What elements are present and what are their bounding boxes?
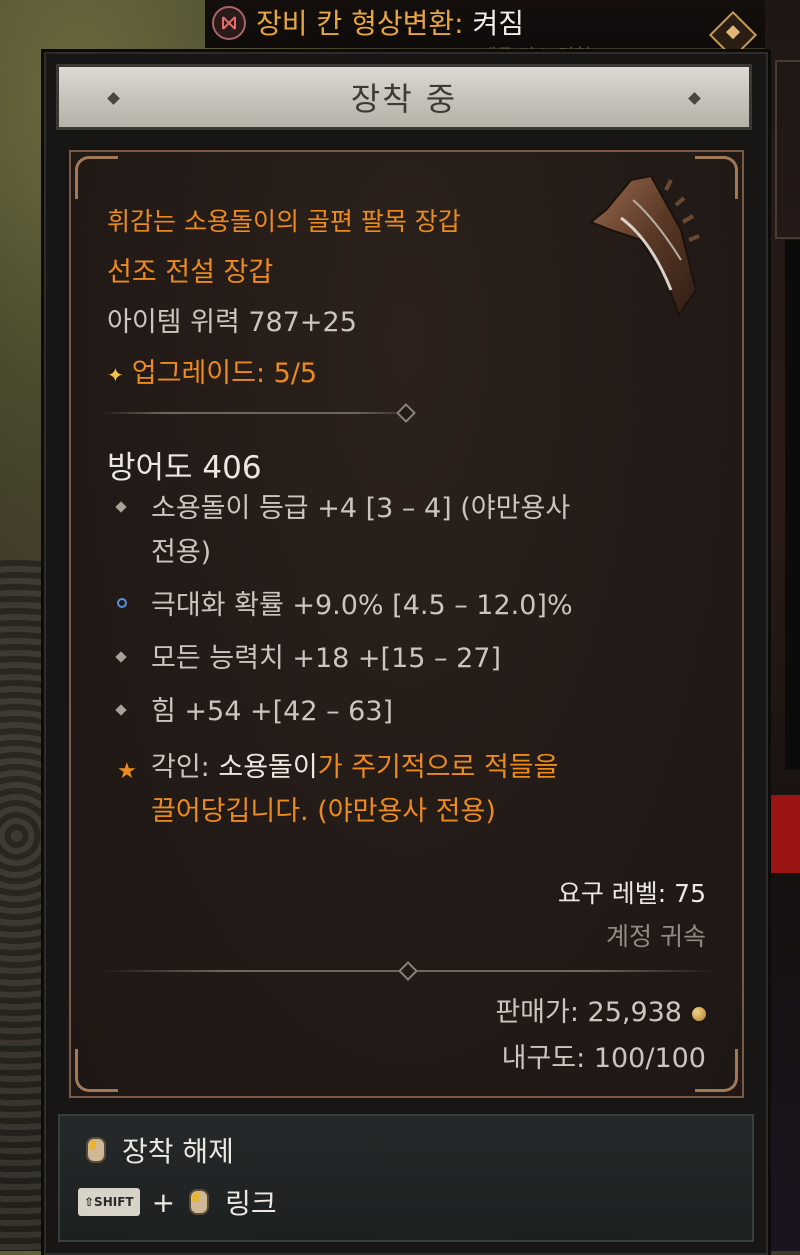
item-card: 휘감는 소용돌이의 골편 팔목 장갑 선조 전설 장갑 아이템 위력 787+2… (69, 150, 744, 1098)
link-action[interactable]: ⇧SHIFT + 링크 (78, 1182, 277, 1222)
shift-key-icon: ⇧SHIFT (78, 1188, 140, 1216)
affix-text: 힘 +54 +[42 – 63] (151, 696, 394, 727)
sell-value-text: 판매가: 25,938 (495, 997, 682, 1028)
gold-coin-icon (692, 1006, 706, 1021)
left-click-icon (86, 1137, 106, 1163)
required-level: 요구 레벨: 75 (557, 879, 706, 908)
item-type: 선조 전설 장갑 (107, 257, 274, 288)
affix-row: 모든 능력치 +18 +[15 – 27] (115, 637, 697, 681)
right-item-slot[interactable] (775, 60, 800, 239)
frame-corner (75, 1049, 118, 1092)
divider-gem-icon (398, 961, 418, 981)
tooltip-header: 장착 중 (56, 64, 752, 130)
affix-text: 소용돌이 등급 +4 [3 – 4] (야만용사 (151, 493, 571, 524)
unequip-action[interactable]: 장착 해제 (86, 1130, 234, 1170)
link-label: 링크 (225, 1187, 277, 1220)
bracer-item-icon (589, 174, 700, 318)
item-upgrade: ✦ 업그레이드: 5/5 (107, 351, 317, 390)
unequip-label: 장착 해제 (122, 1135, 234, 1168)
transmog-toggle-label[interactable]: 장비 칸 형상변환: 켜짐 (256, 2, 524, 42)
aspect-skill: 소용돌이 (218, 752, 318, 783)
tooltip-header-title: 장착 중 (350, 80, 458, 118)
divider-gem-icon (396, 403, 416, 423)
transmog-label: 장비 칸 형상변환: (256, 7, 473, 40)
sell-value: 판매가: 25,938 (495, 990, 706, 1029)
plus-sign: + (151, 1185, 176, 1219)
item-power: 아이템 위력 787+25 (107, 307, 357, 338)
section-divider (101, 403, 419, 423)
item-name: 휘감는 소용돌이의 골편 팔목 장갑 (107, 207, 461, 236)
affix-text: 모든 능력치 +18 +[15 – 27] (151, 643, 501, 674)
left-click-icon (189, 1189, 210, 1215)
armor-value: 방어도 406 (107, 450, 262, 486)
aspect-text: 가 주기적으로 적들을 (317, 752, 559, 783)
right-dark-strip (785, 240, 800, 770)
upgrade-label: 업그레이드: 5/5 (131, 358, 318, 389)
affix-diamond-icon (115, 704, 127, 716)
aspect-prefix: 각인: (151, 752, 219, 783)
transmog-value: 켜짐 (472, 7, 524, 40)
account-bound: 계정 귀속 (606, 922, 706, 951)
aspect-row: ★ 각인: 소용돌이가 주기적으로 적들을 끌어당깁니다. (야만용사 전용) (117, 746, 697, 834)
affix-text: 극대화 확률 +9.0% [4.5 – 12.0]% (151, 590, 573, 621)
frame-corner (75, 156, 118, 199)
affix-greater-icon (117, 598, 127, 608)
item-tooltip: 장착 중 휘감는 소용돌이의 골편 팔목 장갑 선조 전설 장갑 아이템 위력 … (44, 52, 768, 1255)
affix-text-cont: 전용) (151, 537, 212, 568)
transmog-icon[interactable] (212, 6, 246, 40)
header-dot-icon (688, 92, 701, 105)
durability: 내구도: 100/100 (501, 1043, 706, 1074)
affix-row: 소용돌이 등급 +4 [3 – 4] (야만용사 전용) (115, 487, 697, 575)
header-dot-icon (107, 92, 120, 105)
affix-diamond-icon (115, 651, 127, 663)
affix-diamond-icon (115, 501, 127, 513)
aspect-line-1: 각인: 소용돌이가 주기적으로 적들을 (151, 746, 697, 790)
aspect-star-icon: ★ (117, 759, 137, 784)
section-divider (101, 961, 716, 981)
tooltip-actions: 장착 해제 ⇧SHIFT + 링크 (58, 1114, 754, 1242)
affix-row: 극대화 확률 +9.0% [4.5 – 12.0]% (117, 584, 697, 628)
aspect-line-2: 끌어당깁니다. (야만용사 전용) (151, 796, 496, 827)
upgrade-star-icon: ✦ (107, 363, 124, 387)
right-red-slot (765, 795, 800, 873)
affix-row: 힘 +54 +[42 – 63] (115, 690, 697, 734)
